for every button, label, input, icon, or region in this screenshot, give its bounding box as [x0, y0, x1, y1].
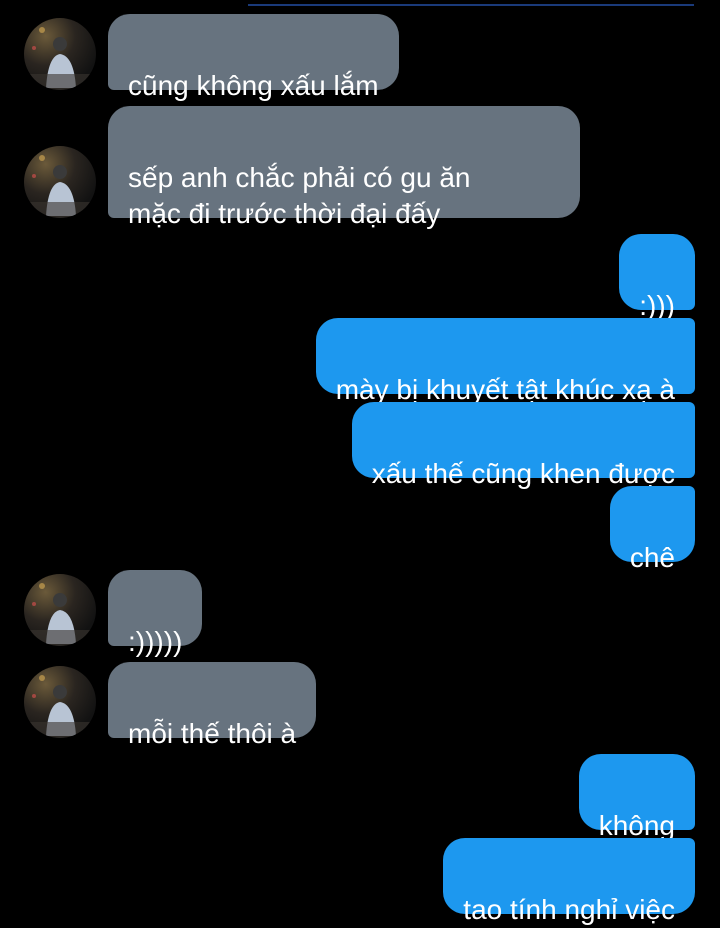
message-text: sếp anh chắc phải có gu ăn mặc đi trước … — [128, 162, 471, 229]
message-text: tao tính nghỉ việc — [463, 894, 675, 925]
top-divider — [248, 4, 694, 6]
message-bubble-outgoing[interactable]: tao tính nghỉ việc — [443, 838, 695, 925]
message-bubble-outgoing[interactable]: :))) — [619, 234, 695, 321]
contact-avatar[interactable] — [24, 574, 96, 646]
contact-avatar[interactable] — [24, 146, 96, 218]
message-text: chê — [629, 542, 675, 573]
contact-avatar[interactable] — [24, 18, 96, 90]
message-bubble-incoming[interactable]: :))))) — [108, 570, 203, 657]
message-bubble-incoming[interactable]: sếp anh chắc phải có gu ăn mặc đi trước … — [108, 106, 580, 229]
message-text: :))) — [639, 290, 675, 321]
message-bubble-outgoing[interactable]: chê — [609, 486, 695, 573]
message-bubble-outgoing[interactable]: mày bị khuyết tật khúc xạ à — [315, 318, 695, 405]
message-bubble-incoming[interactable]: mỗi thế thôi à — [108, 662, 317, 749]
avatar-photo-icon — [24, 27, 96, 90]
message-bubble-incoming[interactable]: cũng không xấu lắm — [108, 14, 399, 101]
message-text: xấu thế cũng khen được — [371, 458, 675, 489]
avatar-photo-icon — [24, 583, 96, 646]
avatar-photo-icon — [24, 675, 96, 738]
message-bubble-outgoing[interactable]: không — [578, 754, 695, 841]
message-text: :))))) — [128, 626, 183, 657]
message-text: mỗi thế thôi à — [128, 718, 297, 749]
message-text: không — [598, 810, 675, 841]
message-text: cũng không xấu lắm — [128, 70, 379, 101]
contact-avatar[interactable] — [24, 666, 96, 738]
avatar-photo-icon — [24, 155, 96, 218]
message-bubble-outgoing[interactable]: xấu thế cũng khen được — [351, 402, 695, 489]
message-text: mày bị khuyết tật khúc xạ à — [335, 374, 675, 405]
